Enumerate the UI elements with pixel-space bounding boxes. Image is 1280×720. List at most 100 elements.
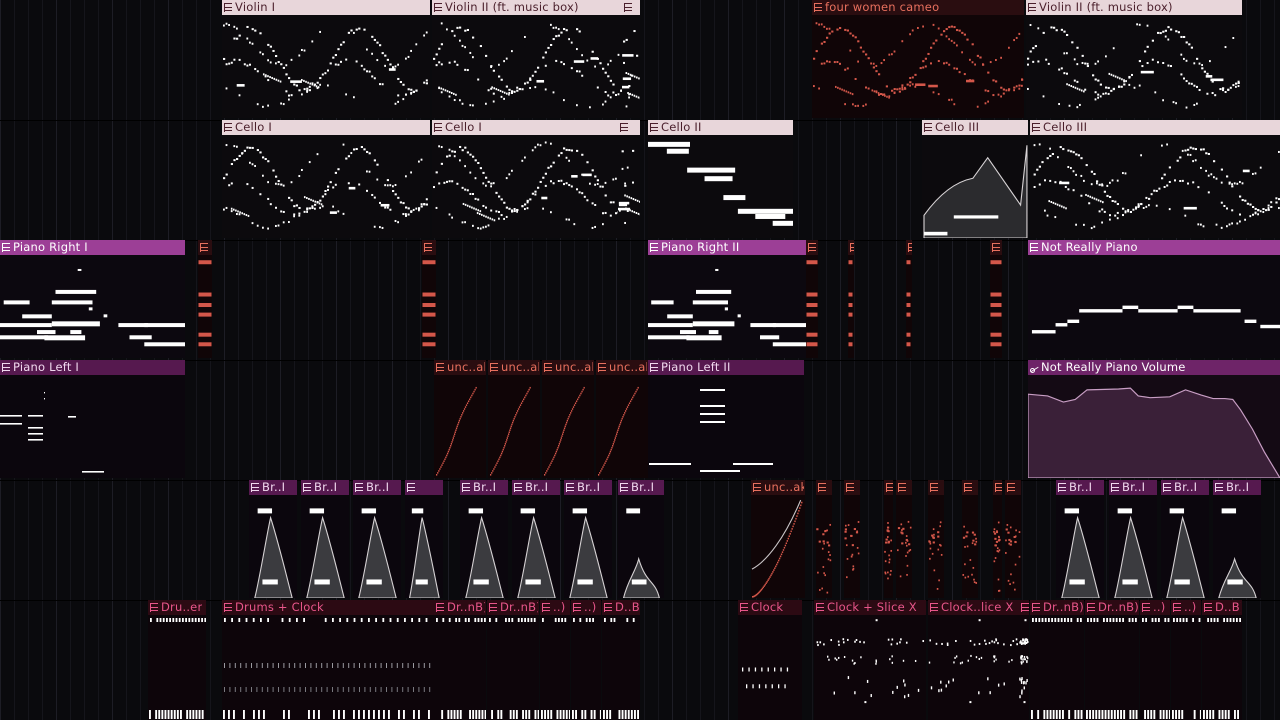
clip[interactable] bbox=[844, 480, 860, 598]
clip-header[interactable]: Cello I bbox=[222, 120, 430, 135]
clip-header[interactable]: Br..I bbox=[249, 480, 297, 495]
track-row-piano-left-row[interactable]: Piano Left I unc..ak unc..ak unc..ak unc..ak… bbox=[0, 360, 1280, 480]
clip-body[interactable] bbox=[596, 375, 648, 478]
clip[interactable] bbox=[198, 240, 212, 358]
list-icon[interactable] bbox=[436, 603, 445, 612]
list-icon[interactable] bbox=[224, 3, 233, 12]
track-row-violin-row[interactable]: Violin I Violin II (ft. music box) four wo… bbox=[0, 0, 1280, 120]
clip[interactable]: Cello I bbox=[222, 120, 430, 238]
clip[interactable]: four women cameo bbox=[812, 0, 1024, 118]
playlist-canvas[interactable]: Violin I Violin II (ft. music box) four wo… bbox=[0, 0, 1280, 720]
clip-header[interactable] bbox=[962, 480, 978, 495]
clip-header[interactable]: Not Really Piano Volume bbox=[1028, 360, 1280, 375]
clip[interactable]: Br..I bbox=[1109, 480, 1157, 598]
clip[interactable]: Piano Right II bbox=[648, 240, 808, 358]
clip[interactable] bbox=[884, 480, 893, 598]
clip-body[interactable] bbox=[512, 495, 560, 598]
clip[interactable]: Dr..nB) bbox=[487, 600, 539, 720]
clip[interactable] bbox=[1019, 600, 1029, 720]
track-row-cello-row[interactable]: Cello I Cello I Cello II Cello III Cello III bbox=[0, 120, 1280, 240]
list-icon[interactable] bbox=[620, 483, 629, 492]
clip-header[interactable]: Clock..lice X bbox=[928, 600, 1020, 615]
clip-body[interactable] bbox=[751, 495, 805, 598]
clip[interactable] bbox=[990, 240, 1002, 358]
clip[interactable]: Piano Right I bbox=[0, 240, 185, 358]
clip-body[interactable] bbox=[922, 135, 1028, 238]
list-icon[interactable] bbox=[200, 243, 209, 252]
clip-header[interactable]: Dr..nB) bbox=[434, 600, 486, 615]
clip[interactable]: ..) bbox=[1140, 600, 1170, 720]
clip-header[interactable]: Piano Right I bbox=[0, 240, 185, 255]
list-icon[interactable] bbox=[1111, 483, 1120, 492]
clip-body[interactable] bbox=[1213, 495, 1261, 598]
list-icon[interactable] bbox=[434, 123, 443, 132]
clip-body[interactable] bbox=[249, 495, 297, 598]
clip-body[interactable] bbox=[222, 15, 430, 118]
clip-body[interactable] bbox=[222, 135, 430, 238]
clip-header[interactable]: Br..I bbox=[564, 480, 612, 495]
clip[interactable] bbox=[816, 480, 832, 598]
clip[interactable]: unc..ak bbox=[542, 360, 594, 478]
clip-header[interactable]: unc..ak bbox=[434, 360, 486, 375]
clip-header[interactable]: four women cameo bbox=[812, 0, 1024, 15]
clip[interactable]: Clock + Slice X bbox=[814, 600, 926, 720]
clip[interactable]: D..B) bbox=[602, 600, 640, 720]
list-icon[interactable] bbox=[355, 483, 364, 492]
clip-header[interactable]: Clock bbox=[738, 600, 802, 615]
list-icon[interactable] bbox=[846, 483, 855, 492]
clip-header[interactable]: unc..ak bbox=[542, 360, 594, 375]
list-icon[interactable] bbox=[808, 243, 817, 252]
clip-header[interactable]: Cello II bbox=[648, 120, 793, 135]
list-icon[interactable] bbox=[1007, 483, 1016, 492]
clip-body[interactable] bbox=[1140, 615, 1170, 720]
clip[interactable]: Dru..er bbox=[148, 600, 206, 720]
clip-header[interactable]: Br..I bbox=[1056, 480, 1104, 495]
clip[interactable]: Cello III bbox=[1030, 120, 1280, 238]
clip[interactable]: ..) bbox=[540, 600, 570, 720]
clip-body[interactable] bbox=[602, 615, 640, 720]
clip-body[interactable] bbox=[844, 495, 860, 598]
clip[interactable]: Cello III bbox=[922, 120, 1028, 238]
clip-header[interactable] bbox=[405, 480, 443, 495]
clip-body[interactable] bbox=[962, 495, 978, 598]
list-icon[interactable] bbox=[462, 483, 471, 492]
clip-body[interactable] bbox=[648, 135, 793, 238]
clip-body[interactable] bbox=[928, 615, 1020, 720]
clip[interactable]: Not Really Piano Volume bbox=[1028, 360, 1280, 478]
clip-header[interactable] bbox=[896, 480, 912, 495]
clip-body[interactable] bbox=[0, 375, 185, 478]
list-icon[interactable] bbox=[251, 483, 260, 492]
list-icon[interactable] bbox=[886, 483, 893, 492]
clip-header[interactable]: Not Really Piano bbox=[1028, 240, 1280, 255]
clip-header[interactable]: Drums + Clock bbox=[222, 600, 434, 615]
clip[interactable] bbox=[906, 240, 912, 358]
clip-header[interactable]: Br..I bbox=[1109, 480, 1157, 495]
clip-body[interactable] bbox=[1161, 495, 1209, 598]
clip-header[interactable] bbox=[884, 480, 893, 495]
list-icon[interactable] bbox=[573, 603, 582, 612]
clip-header[interactable] bbox=[844, 480, 860, 495]
list-icon[interactable] bbox=[1028, 3, 1037, 12]
list-icon[interactable] bbox=[992, 243, 1001, 252]
clip[interactable]: unc..ak bbox=[751, 480, 805, 598]
clip[interactable] bbox=[422, 240, 436, 358]
list-icon[interactable] bbox=[818, 483, 827, 492]
list-icon[interactable] bbox=[1021, 603, 1029, 612]
clip-header[interactable]: ..) bbox=[1140, 600, 1170, 615]
clip[interactable]: Cello II bbox=[648, 120, 793, 238]
clip-body[interactable] bbox=[1030, 615, 1084, 720]
clip-header[interactable] bbox=[848, 240, 854, 255]
clip[interactable]: unc..ak bbox=[488, 360, 540, 478]
clip[interactable] bbox=[622, 0, 640, 118]
list-icon[interactable] bbox=[1173, 603, 1182, 612]
clip-header[interactable]: Br..I bbox=[512, 480, 560, 495]
clip-body[interactable] bbox=[816, 495, 832, 598]
clip-body[interactable] bbox=[1085, 615, 1139, 720]
clip[interactable]: unc..ak bbox=[596, 360, 648, 478]
clip-body[interactable] bbox=[1030, 135, 1280, 238]
clip-header[interactable] bbox=[816, 480, 832, 495]
clip-header[interactable]: Cello III bbox=[1030, 120, 1280, 135]
clip[interactable]: Violin II (ft. music box) bbox=[432, 0, 640, 118]
clip-header[interactable]: Br..I bbox=[618, 480, 664, 495]
clip-header[interactable]: Br..I bbox=[353, 480, 401, 495]
